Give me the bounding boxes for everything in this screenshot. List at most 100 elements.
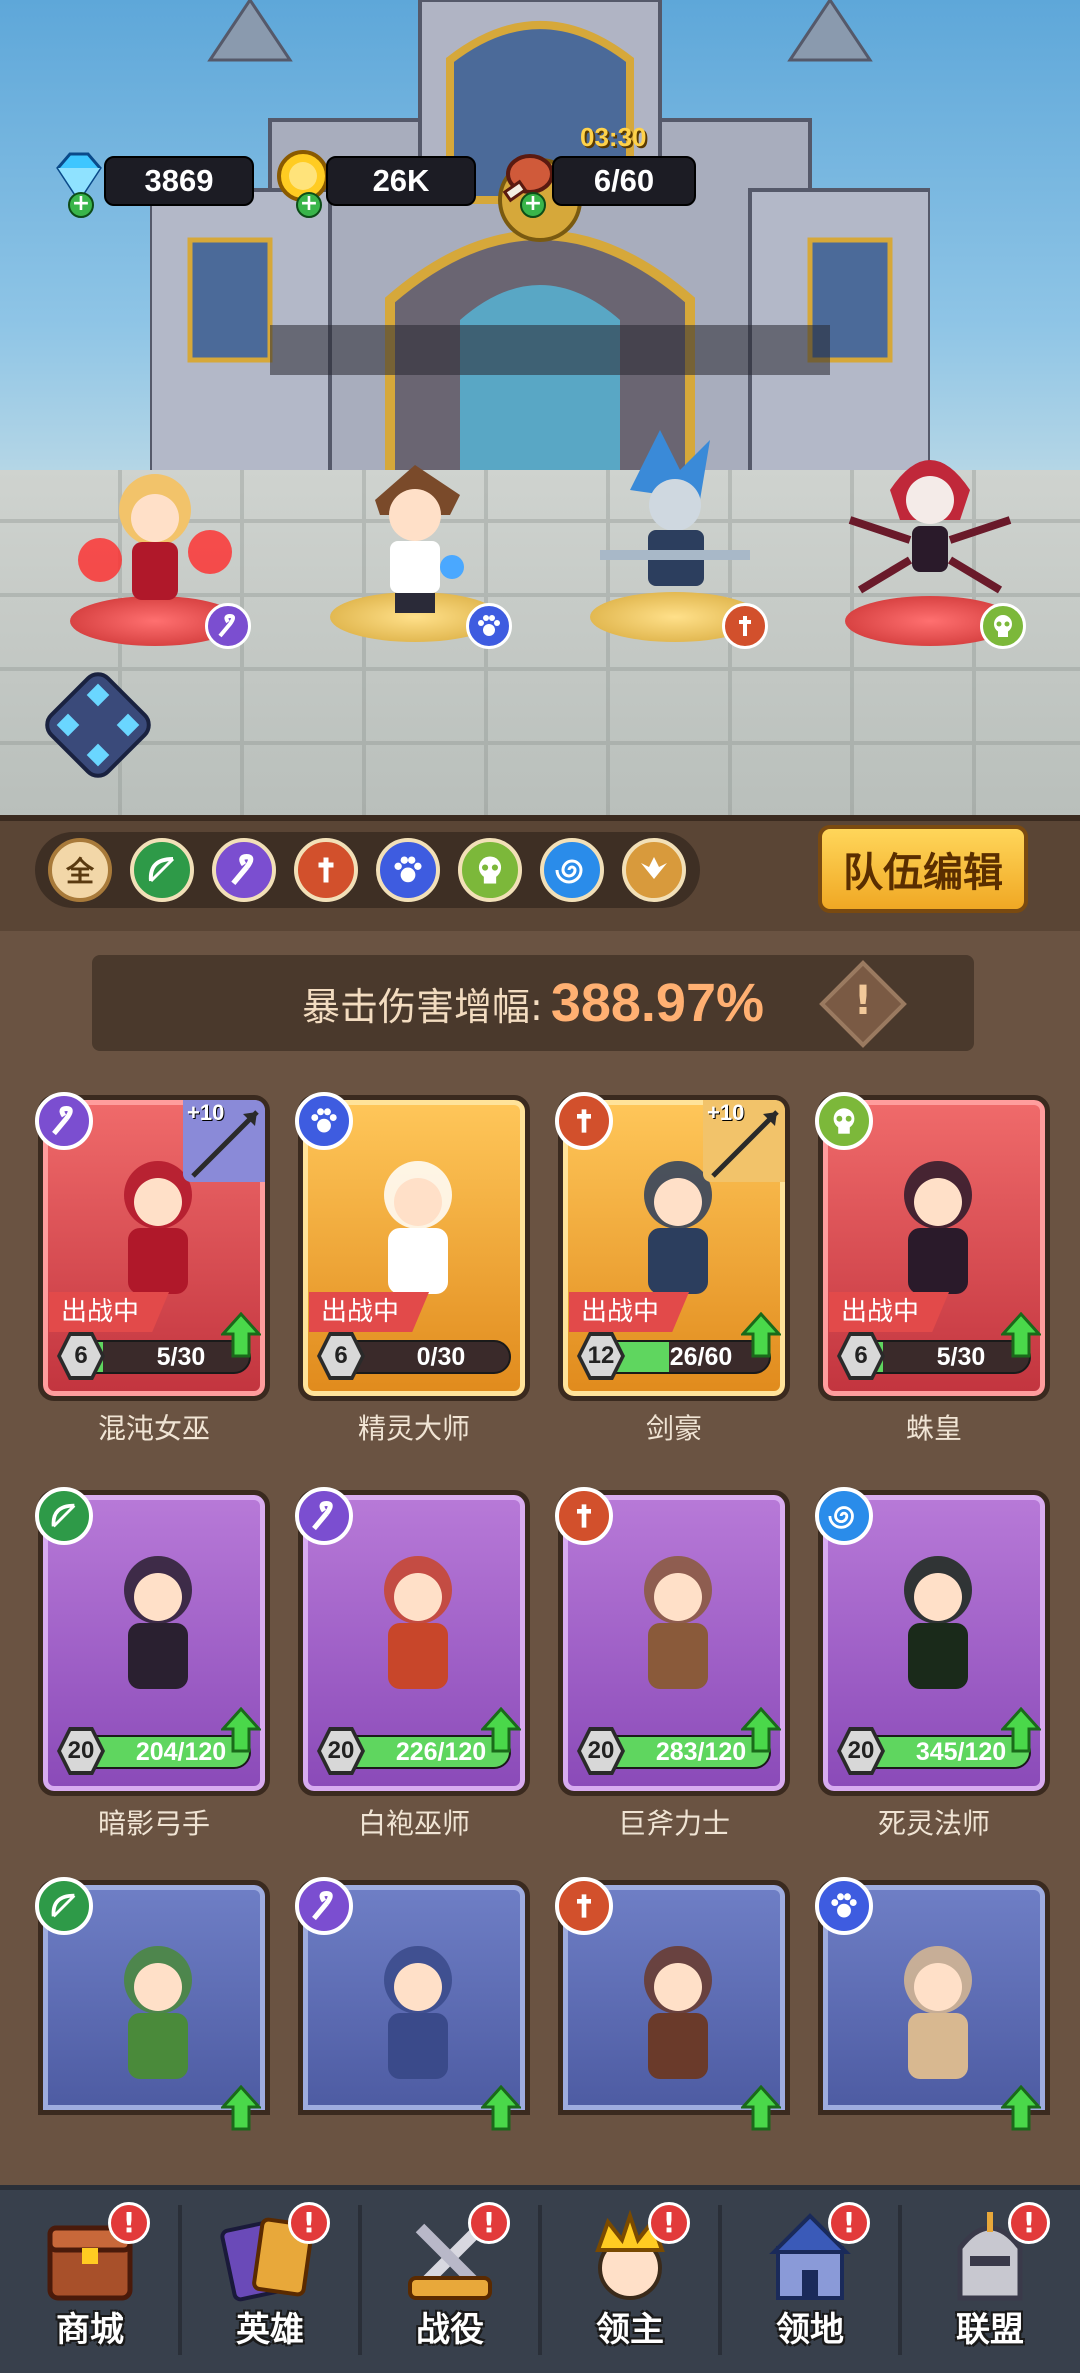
hero-portrait xyxy=(124,1946,192,2079)
gems-counter: 3869 xyxy=(104,156,254,206)
hero-card[interactable] xyxy=(295,1877,530,2131)
nav-item[interactable]: ! 领地 xyxy=(720,2190,900,2373)
hero-level: 20 xyxy=(581,1731,621,1771)
scene-mage-badge-icon xyxy=(205,603,251,649)
hero-name: 剑豪 xyxy=(645,1412,702,1445)
nav-separator xyxy=(718,2205,722,2355)
nav-label: 战役 xyxy=(416,2310,484,2350)
spider-empress-sprite[interactable] xyxy=(840,430,1020,620)
mage-class-icon xyxy=(35,1092,93,1150)
scene-banner-strip xyxy=(270,325,830,375)
swordmaster-sprite[interactable] xyxy=(590,430,760,620)
hero-level: 6 xyxy=(841,1336,881,1376)
hero-name: 混沌女巫 xyxy=(97,1412,210,1445)
filter-water-icon[interactable] xyxy=(540,838,604,902)
weapon-slot[interactable]: +10 xyxy=(183,1100,265,1182)
info-icon[interactable]: ! xyxy=(848,978,878,1028)
hero-level: 20 xyxy=(841,1731,881,1771)
upgrade-arrow-icon[interactable] xyxy=(1001,1707,1041,1753)
add-gold-icon[interactable]: + xyxy=(296,192,322,218)
hero-card[interactable]: 204/120 20 xyxy=(35,1487,270,1796)
in-battle-tag: 出战中 xyxy=(49,1292,170,1332)
formation-dpad-icon[interactable] xyxy=(38,665,158,785)
upgrade-arrow-icon[interactable] xyxy=(741,2085,781,2131)
hero-card[interactable]: 226/120 20 xyxy=(295,1487,530,1796)
warrior-class-icon xyxy=(555,1092,613,1150)
hero-card[interactable]: 345/120 20 xyxy=(815,1487,1050,1796)
add-stamina-icon[interactable]: + xyxy=(520,192,546,218)
hero-level: 20 xyxy=(321,1731,361,1771)
filter-mage-icon[interactable] xyxy=(212,838,276,902)
upgrade-arrow-icon[interactable] xyxy=(221,2085,261,2131)
in-battle-tag: 出战中 xyxy=(569,1292,690,1332)
hero-card[interactable]: 283/120 20 xyxy=(555,1487,790,1796)
upgrade-arrow-icon[interactable] xyxy=(741,1707,781,1753)
hero-card[interactable] xyxy=(815,1877,1050,2131)
hero-level: 12 xyxy=(581,1336,621,1376)
crit-value: 388.97% xyxy=(550,973,764,1033)
stamina-counter: 6/60 xyxy=(552,156,696,206)
alert-badge-icon: ! xyxy=(468,2202,510,2244)
warrior-class-icon xyxy=(555,1487,613,1545)
mage-class-icon xyxy=(295,1877,353,1935)
team-edit-button[interactable]: 队伍编辑 xyxy=(818,825,1028,913)
battle-scene xyxy=(0,0,1080,815)
upgrade-arrow-icon[interactable] xyxy=(1001,1312,1041,1358)
hero-card[interactable] xyxy=(35,1877,270,2131)
upgrade-arrow-icon[interactable] xyxy=(481,2085,521,2131)
in-battle-tag: 出战中 xyxy=(829,1292,950,1332)
water-class-icon xyxy=(815,1487,873,1545)
upgrade-arrow-icon[interactable] xyxy=(741,1312,781,1358)
gold-counter: 26K xyxy=(326,156,476,206)
scene-undead-badge-icon xyxy=(980,603,1026,649)
hero-name: 巨斧力士 xyxy=(617,1807,730,1840)
filter-holy-icon[interactable] xyxy=(622,838,686,902)
nav-item[interactable]: ! 商城 xyxy=(0,2190,180,2373)
hero-card[interactable]: +10 出战中 5/30 6 xyxy=(35,1092,270,1401)
hero-name: 死灵法师 xyxy=(877,1807,990,1840)
warrior-class-icon xyxy=(555,1877,613,1935)
nav-item[interactable]: ! 战役 xyxy=(360,2190,540,2373)
hero-card[interactable]: 出战中 0/30 6 xyxy=(295,1092,530,1401)
upgrade-arrow-icon[interactable] xyxy=(221,1707,261,1753)
beast-class-icon xyxy=(295,1092,353,1150)
nav-label: 商城 xyxy=(56,2310,124,2350)
add-gems-icon[interactable]: + xyxy=(68,192,94,218)
hero-portrait xyxy=(904,1556,972,1689)
scene-warrior-badge-icon xyxy=(722,603,768,649)
crit-label: 暴击伤害增幅: xyxy=(302,984,543,1029)
hero-name: 白袍巫师 xyxy=(357,1807,470,1840)
castle-background xyxy=(150,0,930,485)
nav-item[interactable]: ! 英雄 xyxy=(180,2190,360,2373)
hero-portrait xyxy=(644,1946,712,2079)
elf-master-sprite[interactable] xyxy=(340,455,490,625)
hero-card[interactable]: 出战中 5/30 6 xyxy=(815,1092,1050,1401)
nav-separator xyxy=(538,2205,542,2355)
alert-badge-icon: ! xyxy=(648,2202,690,2244)
hero-name: 精灵大师 xyxy=(357,1412,470,1445)
filter-all[interactable]: 全 xyxy=(48,838,112,902)
upgrade-arrow-icon[interactable] xyxy=(481,1707,521,1753)
filter-warrior-icon[interactable] xyxy=(294,838,358,902)
beast-class-icon xyxy=(815,1877,873,1935)
hero-portrait xyxy=(904,1946,972,2079)
alert-badge-icon: ! xyxy=(108,2202,150,2244)
nav-item[interactable]: ! 领主 xyxy=(540,2190,720,2373)
hero-portrait xyxy=(384,1556,452,1689)
weapon-slot[interactable]: +10 xyxy=(703,1100,785,1182)
nav-item[interactable]: ! 联盟 xyxy=(900,2190,1080,2373)
mage-class-icon xyxy=(295,1487,353,1545)
upgrade-arrow-icon[interactable] xyxy=(1001,2085,1041,2131)
nav-label: 联盟 xyxy=(956,2310,1024,2350)
hero-portrait xyxy=(384,1946,452,2079)
filter-undead-icon[interactable] xyxy=(458,838,522,902)
filter-ranger-icon[interactable] xyxy=(130,838,194,902)
nav-separator xyxy=(178,2205,182,2355)
hero-name: 蛛皇 xyxy=(905,1412,962,1445)
chaos-witch-sprite[interactable] xyxy=(70,460,240,630)
hero-card[interactable]: +10 出战中 26/60 12 xyxy=(555,1092,790,1401)
hero-card[interactable] xyxy=(555,1877,790,2131)
upgrade-arrow-icon[interactable] xyxy=(221,1312,261,1358)
alert-badge-icon: ! xyxy=(288,2202,330,2244)
filter-beast-icon[interactable] xyxy=(376,838,440,902)
